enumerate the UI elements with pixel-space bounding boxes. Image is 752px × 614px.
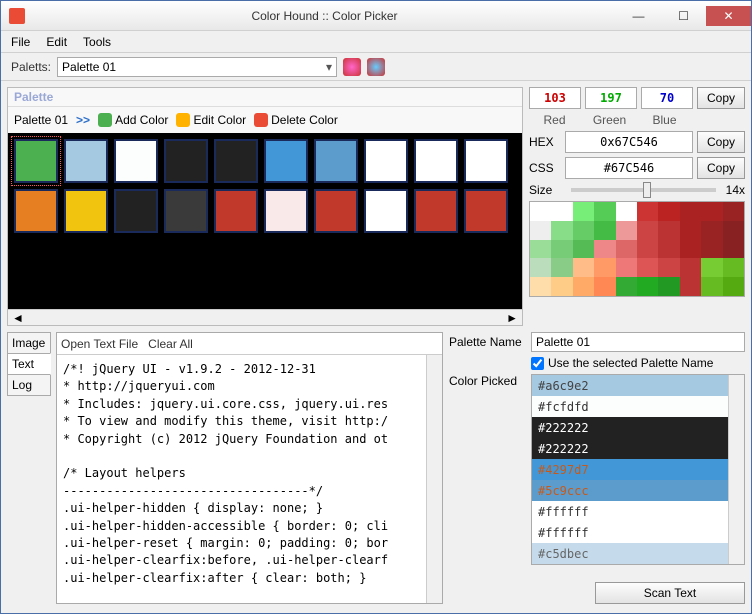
tab-text[interactable]: Text — [7, 353, 51, 375]
picked-item[interactable]: #4297d7 — [532, 459, 728, 480]
edit-color-label: Edit Color — [193, 113, 246, 127]
menu-tools[interactable]: Tools — [77, 33, 117, 51]
app-icon — [9, 8, 25, 24]
palette-arrow-icon[interactable]: >> — [76, 113, 90, 127]
swatch[interactable] — [314, 139, 358, 183]
swatch[interactable] — [264, 139, 308, 183]
color-picked-list: #a6c9e2#fcfdfd#222222#222222#4297d7#5c9c… — [531, 374, 745, 565]
swatch[interactable] — [14, 189, 58, 233]
green-value: 197 — [585, 87, 637, 109]
copy-hex-button[interactable]: Copy — [697, 131, 745, 153]
palettes-label: Paletts: — [11, 60, 51, 74]
size-label: Size — [529, 183, 561, 197]
code-scrollbar[interactable] — [426, 355, 442, 603]
menu-file[interactable]: File — [5, 33, 36, 51]
css-label: CSS — [529, 161, 561, 175]
css-value: #67C546 — [565, 157, 693, 179]
swatch[interactable] — [214, 189, 258, 233]
swatch[interactable] — [214, 139, 258, 183]
palette-panel: Palette Palette 01 >> Add Color Edit Col… — [7, 87, 523, 326]
swatch[interactable] — [464, 189, 508, 233]
use-palette-name-checkbox[interactable] — [531, 357, 544, 370]
red-value: 103 — [529, 87, 581, 109]
close-button[interactable]: ✕ — [706, 6, 751, 26]
picked-item[interactable]: #222222 — [532, 438, 728, 459]
swatch[interactable] — [364, 139, 408, 183]
hex-label: HEX — [529, 135, 561, 149]
green-label: Green — [584, 113, 635, 127]
delete-color-button[interactable]: Delete Color — [254, 113, 338, 127]
magnifier-preview — [529, 201, 745, 297]
palette-header: Palette — [8, 88, 522, 107]
palette-select[interactable]: Palette 01 — [57, 57, 337, 77]
picked-item[interactable]: #5c9ccc — [532, 480, 728, 501]
palette-name: Palette 01 — [14, 113, 68, 127]
menu-edit[interactable]: Edit — [40, 33, 73, 51]
edit-color-button[interactable]: Edit Color — [176, 113, 246, 127]
swatch[interactable] — [164, 139, 208, 183]
blue-label: Blue — [639, 113, 690, 127]
code-textarea[interactable]: /*! jQuery UI - v1.9.2 - 2012-12-31 * ht… — [57, 355, 426, 603]
zoom-slider[interactable] — [571, 188, 716, 192]
swatch[interactable] — [114, 139, 158, 183]
use-palette-name-label: Use the selected Palette Name — [548, 356, 713, 370]
tab-image[interactable]: Image — [7, 332, 51, 354]
minimize-button[interactable]: — — [616, 6, 661, 26]
red-label: Red — [529, 113, 580, 127]
palette-action-2-icon[interactable] — [367, 58, 385, 76]
swatch[interactable] — [164, 189, 208, 233]
palette-scrollbar[interactable]: ◄► — [8, 309, 522, 325]
color-picked-label: Color Picked — [449, 374, 525, 388]
palette-tools: Palette 01 >> Add Color Edit Color Delet… — [8, 107, 522, 133]
bottom-tabs: Image Text Log — [7, 332, 51, 604]
swatch[interactable] — [114, 189, 158, 233]
picked-item[interactable]: #c5dbec — [532, 543, 728, 564]
picked-item[interactable]: #ffffff — [532, 522, 728, 543]
blue-value: 70 — [641, 87, 693, 109]
swatch-grid — [8, 133, 522, 309]
swatch[interactable] — [314, 189, 358, 233]
hex-value: 0x67C546 — [565, 131, 693, 153]
scan-panel: Palette Name Use the selected Palette Na… — [449, 332, 745, 604]
palette-action-1-icon[interactable] — [343, 58, 361, 76]
clear-all-link[interactable]: Clear All — [148, 337, 193, 351]
window-title: Color Hound :: Color Picker — [33, 9, 616, 23]
swatch[interactable] — [414, 139, 458, 183]
slider-thumb[interactable] — [643, 182, 651, 198]
add-color-button[interactable]: Add Color — [98, 113, 168, 127]
picked-item[interactable]: #222222 — [532, 417, 728, 438]
swatch[interactable] — [64, 189, 108, 233]
picked-item[interactable]: #fcfdfd — [532, 396, 728, 417]
palette-name-label: Palette Name — [449, 335, 525, 349]
swatch[interactable] — [264, 189, 308, 233]
menubar: File Edit Tools — [1, 31, 751, 53]
swatch[interactable] — [64, 139, 108, 183]
picked-scrollbar[interactable] — [728, 375, 744, 564]
copy-css-button[interactable]: Copy — [697, 157, 745, 179]
size-value: 14x — [726, 183, 745, 197]
swatch[interactable] — [364, 189, 408, 233]
swatch[interactable] — [464, 139, 508, 183]
text-toolbar: Open Text File Clear All — [57, 333, 442, 355]
swatch[interactable] — [414, 189, 458, 233]
delete-icon — [254, 113, 268, 127]
edit-icon — [176, 113, 190, 127]
palette-toolbar: Paletts: Palette 01 — [1, 53, 751, 81]
open-text-file-link[interactable]: Open Text File — [61, 337, 138, 351]
picked-item[interactable]: #ffffff — [532, 501, 728, 522]
copy-rgb-button[interactable]: Copy — [697, 87, 745, 109]
titlebar: Color Hound :: Color Picker — ☐ ✕ — [1, 1, 751, 31]
picked-item[interactable]: #a6c9e2 — [532, 375, 728, 396]
palette-name-input[interactable] — [531, 332, 745, 352]
swatch[interactable] — [14, 139, 58, 183]
add-color-label: Add Color — [115, 113, 168, 127]
color-readout-panel: 103 197 70 Copy Red Green Blue HEX 0x67C… — [529, 87, 745, 326]
palette-select-value: Palette 01 — [62, 60, 116, 74]
add-icon — [98, 113, 112, 127]
delete-color-label: Delete Color — [271, 113, 338, 127]
tab-log[interactable]: Log — [7, 374, 51, 396]
maximize-button[interactable]: ☐ — [661, 6, 706, 26]
text-panel: Open Text File Clear All /*! jQuery UI -… — [56, 332, 443, 604]
scan-text-button[interactable]: Scan Text — [595, 582, 745, 604]
